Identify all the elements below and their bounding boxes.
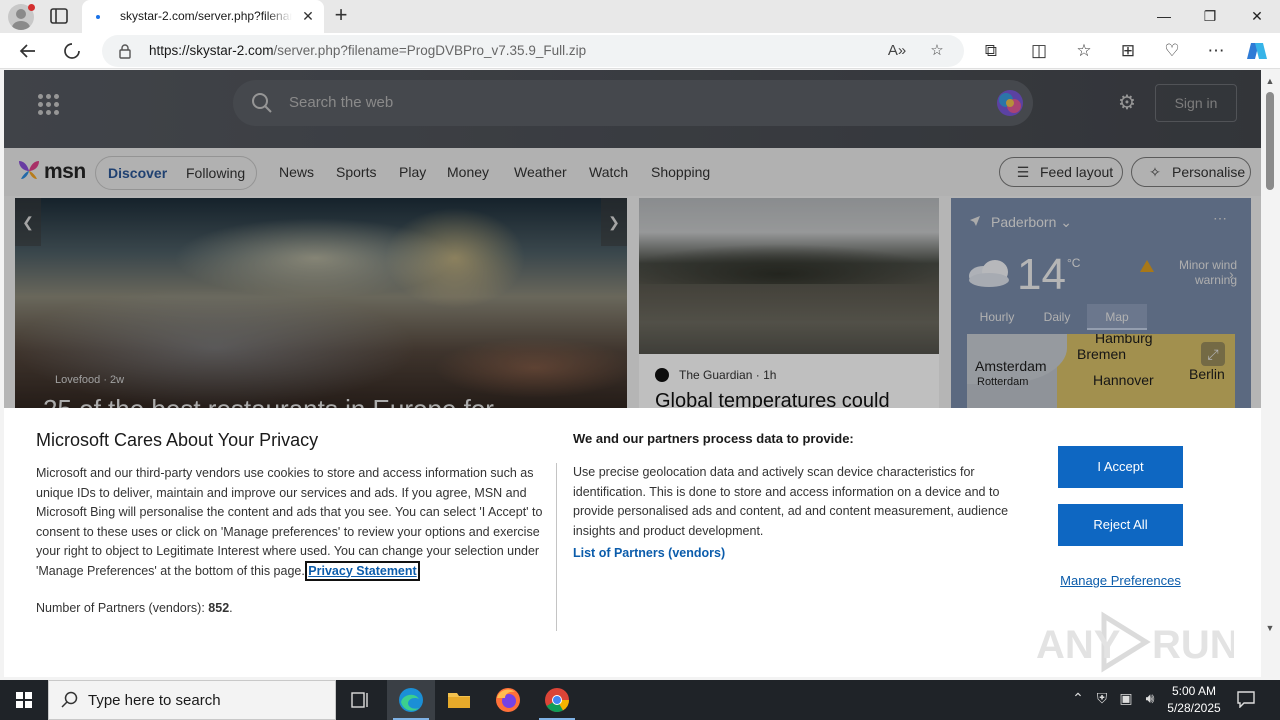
svg-text:ANY: ANY — [1036, 623, 1121, 667]
lock-icon[interactable] — [118, 43, 132, 59]
tab-loading-icon — [96, 15, 100, 19]
copilot-icon[interactable] — [1244, 38, 1270, 64]
privacy-purposes: Use precise geolocation data and activel… — [573, 465, 1009, 538]
scroll-up-icon[interactable]: ▲ — [1265, 76, 1275, 86]
clock-date: 5/28/2025 — [1167, 701, 1221, 715]
active-tab[interactable]: skystar-2.com/server.php?filename=ProgDV… — [82, 0, 324, 33]
page-scrollbar[interactable]: ▲ ▼ — [1261, 70, 1280, 677]
network-icon[interactable]: ▣ — [1116, 690, 1136, 707]
security-icon[interactable]: ⛨ — [1092, 690, 1112, 707]
scroll-down-icon[interactable]: ▼ — [1265, 623, 1275, 633]
chrome-icon[interactable] — [533, 680, 581, 720]
url-text[interactable]: https://skystar-2.com/server.php?filenam… — [149, 43, 586, 58]
watermark-logo: ANY RUN — [1036, 611, 1234, 673]
chevron-up-icon[interactable]: ⌃ — [1068, 690, 1088, 707]
split-screen-icon[interactable]: ◫ — [1026, 38, 1052, 64]
privacy-banner: Microsoft Cares About Your Privacy Micro… — [4, 408, 1261, 677]
file-explorer-icon[interactable] — [435, 680, 483, 720]
collections-icon[interactable]: ⊞ — [1115, 38, 1141, 64]
privacy-divider — [556, 463, 557, 631]
minimize-icon[interactable]: — — [1141, 0, 1187, 33]
privacy-statement-link[interactable]: Privacy Statement — [305, 560, 420, 581]
browser-essentials-icon[interactable]: ♡ — [1159, 38, 1185, 64]
taskbar-clock[interactable]: 5:00 AM 5/28/2025 — [1164, 683, 1224, 717]
favorite-star-icon[interactable]: ☆ — [926, 40, 948, 62]
privacy-title: Microsoft Cares About Your Privacy — [36, 430, 319, 450]
reject-all-button[interactable]: Reject All — [1058, 504, 1183, 546]
search-icon — [61, 691, 78, 708]
profile-notification-dot — [28, 4, 35, 11]
stop-loading-icon[interactable] — [59, 38, 85, 64]
privacy-subtitle: We and our partners process data to prov… — [573, 431, 854, 446]
tab-actions-icon[interactable] — [48, 6, 70, 26]
restore-icon[interactable]: ❐ — [1187, 0, 1233, 33]
svg-text:RUN: RUN — [1152, 623, 1234, 667]
notifications-icon[interactable] — [1236, 690, 1256, 708]
vendors-link[interactable]: List of Partners (vendors) — [573, 546, 725, 560]
new-tab-icon[interactable]: + — [330, 4, 352, 27]
browser-toolbar: https://skystar-2.com/server.php?filenam… — [0, 33, 1280, 69]
windows-taskbar: Type here to search ⌃ ⛨ ▣ 🔊︎ 5:00 AM 5/2… — [0, 680, 1280, 720]
tab-title: skystar-2.com/server.php?filename=ProgDV… — [120, 9, 292, 23]
partners-count: Number of Partners (vendors): 852. — [36, 601, 233, 615]
taskbar-search[interactable]: Type here to search — [48, 680, 336, 720]
privacy-body: Microsoft and our third-party vendors us… — [36, 466, 543, 581]
taskbar-search-placeholder: Type here to search — [88, 692, 221, 709]
scroll-thumb[interactable] — [1266, 92, 1274, 190]
page-viewport: Search the web ⚙ Sign in msn Discover Fo… — [4, 70, 1261, 677]
tab-strip: skystar-2.com/server.php?filename=ProgDV… — [0, 0, 1280, 33]
volume-icon[interactable]: 🔊︎ — [1140, 690, 1160, 707]
read-aloud-icon[interactable]: A» — [886, 40, 908, 62]
window-close-icon[interactable]: ✕ — [1234, 0, 1280, 33]
address-bar[interactable]: https://skystar-2.com/server.php?filenam… — [102, 35, 964, 67]
windows-start-icon[interactable] — [0, 680, 48, 720]
more-icon[interactable]: ⋯ — [1203, 38, 1229, 64]
task-view-icon[interactable] — [336, 680, 384, 720]
manage-preferences-link[interactable]: Manage Preferences — [1058, 573, 1183, 588]
tab-close-icon[interactable]: ✕ — [300, 8, 316, 24]
clock-time: 5:00 AM — [1171, 684, 1217, 698]
favorites-icon[interactable]: ☆ — [1071, 38, 1097, 64]
firefox-icon[interactable] — [484, 680, 532, 720]
edge-icon[interactable] — [387, 680, 435, 720]
extensions-icon[interactable]: ⧉ — [978, 38, 1004, 64]
accept-button[interactable]: I Accept — [1058, 446, 1183, 488]
page-overlay — [4, 70, 1261, 408]
back-arrow-icon[interactable] — [15, 38, 41, 64]
